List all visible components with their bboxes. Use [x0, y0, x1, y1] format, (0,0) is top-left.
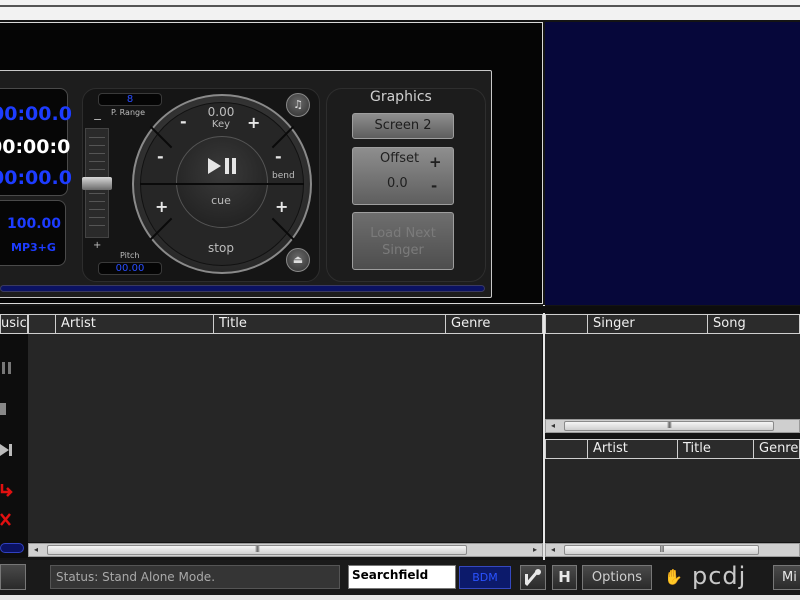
play-pause-button[interactable]	[176, 136, 268, 228]
music-col-artist[interactable]: Artist	[55, 314, 214, 334]
bottom-left-button[interactable]	[0, 564, 26, 590]
screen-button[interactable]: Screen 2	[352, 113, 454, 139]
scroll-grip: III	[659, 545, 664, 554]
key-value: 0.00	[207, 105, 235, 119]
music-header[interactable]: usic	[0, 314, 28, 334]
music-col-blank[interactable]	[28, 314, 56, 334]
pitch-range-value[interactable]: 8	[98, 93, 162, 106]
scroll-left-arrow[interactable]: ◂	[546, 420, 560, 432]
bend-right-button[interactable]: -	[275, 147, 282, 166]
scroll-grip: III	[666, 421, 672, 430]
bend-left-button[interactable]: -	[157, 147, 164, 166]
eject-button[interactable]: ⏏	[286, 248, 310, 272]
mic-button[interactable]	[520, 565, 546, 590]
window-top-frame	[0, 0, 800, 20]
song-col-blank[interactable]	[545, 439, 588, 459]
music-note-button[interactable]: ♫	[286, 93, 310, 117]
jog-divider	[176, 183, 268, 185]
bpm-display: 100.00 MP3+G	[0, 200, 66, 266]
music-col-genre[interactable]: Genre	[445, 314, 543, 334]
scroll-right-arrow[interactable]: ▸	[528, 544, 542, 556]
scroll-left-arrow[interactable]: ◂	[29, 544, 43, 556]
slider-plus-label: +	[93, 240, 102, 251]
pitch-plus-left-button[interactable]: +	[155, 197, 168, 216]
bend-label: bend	[272, 171, 295, 181]
offset-minus-button[interactable]: -	[431, 177, 437, 195]
song-hscrollbar[interactable]: ◂ III	[545, 543, 800, 557]
elapsed-time: 00:00.0	[0, 103, 72, 125]
key-up-button[interactable]: -	[180, 112, 187, 131]
pause-icon[interactable]	[0, 360, 14, 376]
pitch-range-label: P. Range	[111, 108, 146, 117]
slider-minus-label: −	[93, 113, 103, 126]
bpm-value: 100.00	[7, 216, 62, 232]
song-col-artist[interactable]: Artist	[587, 439, 678, 459]
time-display: 00:00.0 00:00:0 00:00.0	[0, 88, 72, 196]
singer-col-blank[interactable]	[545, 314, 588, 334]
scroll-left-arrow[interactable]: ◂	[546, 544, 560, 556]
pane-splitter[interactable]	[543, 305, 545, 560]
pitch-plus-right-button[interactable]: +	[275, 197, 288, 216]
volume-bar[interactable]	[0, 543, 24, 553]
music-note-icon: ♫	[293, 98, 303, 111]
mic-icon	[524, 569, 541, 586]
mix-button[interactable]: Mi	[773, 565, 800, 590]
next-track-icon[interactable]	[0, 442, 14, 458]
key-down-button[interactable]: +	[247, 113, 260, 132]
music-list[interactable]	[28, 334, 542, 542]
delete-icon[interactable]	[0, 512, 14, 528]
eject-icon: ⏏	[292, 253, 304, 266]
bdm-button[interactable]: BDM	[459, 566, 511, 589]
graphics-title: Graphics	[370, 89, 432, 105]
h-button[interactable]: H	[552, 565, 577, 590]
remaining-time: 00:00.0	[0, 167, 72, 189]
music-col-title[interactable]: Title	[213, 314, 446, 334]
current-time: 00:00:0	[0, 136, 71, 158]
pitch-value: 00.00	[98, 262, 162, 275]
load-next-singer-button[interactable]: Load Next Singer	[352, 212, 454, 270]
video-preview	[545, 22, 800, 305]
music-hscrollbar[interactable]: ◂ III ▸	[28, 543, 543, 557]
offset-label: Offset	[380, 151, 420, 166]
options-button[interactable]: Options	[582, 565, 652, 590]
play-pause-icon	[206, 156, 240, 176]
offset-value: 0.0	[387, 176, 408, 191]
app-window: 00:00.0 00:00:0 00:00.0 100.00 MP3+G 8 P…	[0, 0, 800, 600]
track-progress-bar[interactable]	[0, 285, 485, 292]
singer-col-song[interactable]: Song	[707, 314, 800, 334]
format-label: MP3+G	[11, 241, 56, 254]
offset-plus-button[interactable]: +	[429, 153, 442, 171]
singer-queue-list[interactable]	[545, 334, 800, 419]
stop-button[interactable]: stop	[196, 241, 246, 255]
song-col-title[interactable]: Title	[677, 439, 754, 459]
pcdj-logo: pcdj	[692, 562, 747, 590]
pitch-label: Pitch	[120, 251, 140, 260]
section-divider	[0, 306, 800, 313]
scroll-thumb[interactable]: III	[564, 421, 774, 431]
scroll-thumb[interactable]: III	[564, 545, 759, 555]
hand-icon[interactable]: ✋	[664, 568, 683, 586]
cue-button[interactable]: cue	[196, 194, 246, 207]
stop-icon[interactable]	[0, 403, 6, 415]
singer-hscrollbar[interactable]: ◂ III	[545, 419, 800, 433]
status-text: Status: Stand Alone Mode.	[50, 565, 340, 589]
pitch-slider-thumb[interactable]	[82, 177, 112, 190]
window-bottom-frame	[0, 595, 800, 600]
song-col-genre[interactable]: Genre	[753, 439, 800, 459]
song-list[interactable]	[545, 459, 800, 542]
repeat-icon[interactable]	[0, 482, 14, 500]
search-input[interactable]: Searchfield	[348, 565, 456, 589]
key-label: Key	[211, 119, 231, 130]
singer-col-singer[interactable]: Singer	[587, 314, 708, 334]
scroll-grip: III	[254, 545, 260, 554]
scroll-thumb[interactable]: III	[47, 545, 467, 555]
